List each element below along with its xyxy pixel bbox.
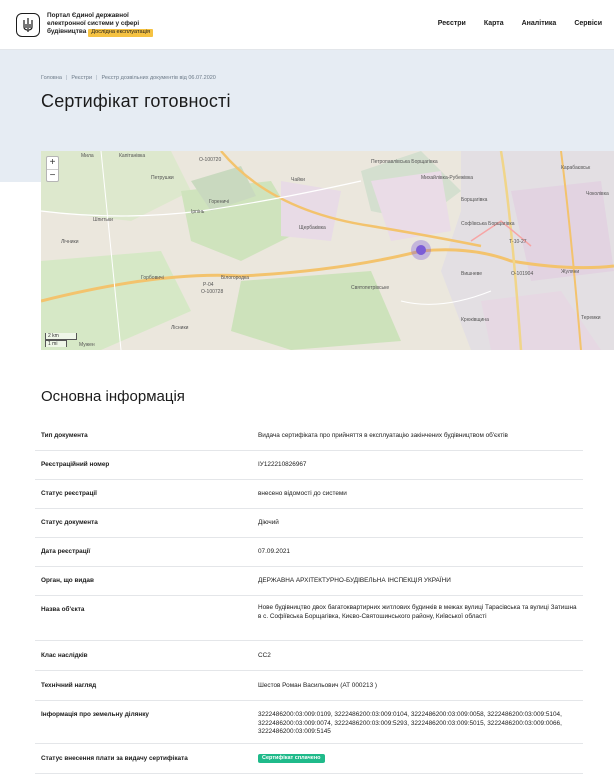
nav-services[interactable]: Сервіси [574,20,602,27]
breadcrumb-registries[interactable]: Реєстри [71,75,92,81]
location-map[interactable]: Мила Капітанівка О-100720 Чайки Петропавлівс… [41,151,614,350]
info-row: Орган, що видав ДЕРЖАВНА АРХІТЕКТУРНО-БУ… [35,567,583,596]
breadcrumb: Головна | Реєстри | Реєстр дозвільних до… [41,75,216,81]
scale-km: 2 km [45,333,77,340]
zoom-out-button[interactable]: − [47,169,58,181]
map-place-label: Ірпінь [191,209,205,215]
map-place-label: О-100720 [199,157,221,163]
portal-brand[interactable]: Портал Єдиної державної електронної сист… [47,12,167,37]
info-value: СС2 [258,652,271,659]
map-place-label: Мила [81,153,94,159]
map-place-label: Т-10-27 [509,239,527,245]
map-place-label: Жуляни [561,269,579,275]
map-place-label: Борщагівка [461,197,488,203]
info-row: Технічний нагляд Шестов Роман Васильович… [35,671,583,701]
info-row: Назва об'єкта Нове будівництво двох бага… [35,596,583,641]
info-key: Технічний нагляд [41,682,97,689]
info-value: Видача сертифіката про прийняття в експл… [258,432,508,439]
page-title: Сертифікат готовності [41,91,231,111]
zoom-in-button[interactable]: + [47,157,58,169]
info-value: Шестов Роман Васильович (АТ 000213 ) [258,682,378,689]
map-place-label: Теремки [581,315,601,321]
map-place-label: Святопетрівське [351,285,389,291]
map-canvas: Мила Капітанівка О-100720 Чайки Петропавлівс… [41,151,614,350]
map-place-label: Петропавлівська Борщагівка [371,159,438,165]
info-value: Нове будівництво двох багатоквартирних ж… [258,604,577,620]
nav-registries[interactable]: Реєстри [438,20,466,27]
info-value: внесено відомості до системи [258,490,347,497]
info-value: 3222486200:03:009:0109, 3222486200:03:00… [258,711,562,736]
brand-line-3: будівництва [47,28,87,36]
info-row: Інформація про земельну ділянку 32224862… [35,701,583,744]
breadcrumb-separator: | [65,75,68,81]
map-place-label: Лісники [171,325,189,331]
map-place-label: Лічники [61,239,79,245]
info-table: Тип документа Видача сертифіката про при… [35,422,583,774]
map-place-label: Мужен [79,342,95,348]
info-key: Дата реєстрації [41,548,91,555]
map-place-label: Гореничі [209,199,229,205]
map-place-label: Шпитьки [93,217,113,223]
map-place-label: Капітанівка [119,153,145,159]
section-title: Основна інформація [41,388,185,405]
info-key: Статус реєстрації [41,490,97,497]
map-place-label: Софіївська Борщагівка [461,221,515,227]
scale-mi: 1 mi [45,340,67,347]
info-row: Клас наслідків СС2 [35,641,583,671]
map-place-label: Білогородка [221,275,249,281]
main-nav: Реєстри Карта Аналітика Сервіси [438,20,602,27]
info-row: Статус документа Діючий [35,509,583,538]
info-value: ІУ122210826967 [258,461,307,468]
map-place-label: Чоколівка [586,191,609,197]
info-key: Тип документа [41,432,88,439]
map-zoom-control: + − [46,156,59,182]
info-key: Назва об'єкта [41,606,85,613]
info-value: ДЕРЖАВНА АРХІТЕКТУРНО-БУДІВЕЛЬНА ІНСПЕКЦ… [258,577,451,584]
breadcrumb-registry[interactable]: Реєстр дозвільних документів від 06.07.2… [101,75,215,81]
breadcrumb-home[interactable]: Головна [41,75,62,81]
nav-map[interactable]: Карта [484,20,504,27]
info-key: Реєстраційний номер [41,461,110,468]
map-place-label: Чайки [291,176,305,183]
map-place-label: Щербаківка [299,225,326,231]
location-marker[interactable] [416,245,426,255]
map-place-label: Крюківщина [461,317,489,323]
nav-analytics[interactable]: Аналітика [522,20,557,27]
info-key: Статус внесення плати за видачу сертифік… [41,755,188,762]
map-place-label: Михайлівка-Рубежівка [421,174,473,181]
site-header: Портал Єдиної державної електронної сист… [0,0,614,50]
map-place-label: О-101904 [511,271,533,277]
info-value: 07.09.2021 [258,548,290,555]
info-row: Статус реєстрації внесено відомості до с… [35,480,583,509]
map-place-label: Р-04 [203,282,214,288]
info-row: Реєстраційний номер ІУ122210826967 [35,451,583,480]
info-row: Статус внесення плати за видачу сертифік… [35,744,583,774]
trident-logo-icon[interactable] [16,13,40,37]
map-place-label: Петрушки [151,175,174,181]
map-place-label: Вишневе [461,271,482,277]
brand-line-1: Портал Єдиної державної [47,12,129,19]
map-place-label: Горбовичі [141,275,164,281]
info-key: Клас наслідків [41,652,88,659]
info-row: Тип документа Видача сертифіката про при… [35,422,583,451]
info-key: Статус документа [41,519,98,526]
map-place-label: О-100728 [201,289,223,295]
breadcrumb-separator: | [96,75,98,81]
info-key: Інформація про земельну ділянку [41,711,149,718]
info-value: Діючий [258,519,279,526]
info-row: Дата реєстрації 07.09.2021 [35,538,583,567]
beta-badge: Дослідна експлуатація [88,29,154,37]
info-value: Сертифікат сплачено [258,754,578,763]
info-key: Орган, що видав [41,577,94,584]
payment-status-badge: Сертифікат сплачено [258,754,325,763]
map-place-label: Карабаєвськ [561,165,591,171]
map-scale: 2 km 1 mi [45,333,77,347]
